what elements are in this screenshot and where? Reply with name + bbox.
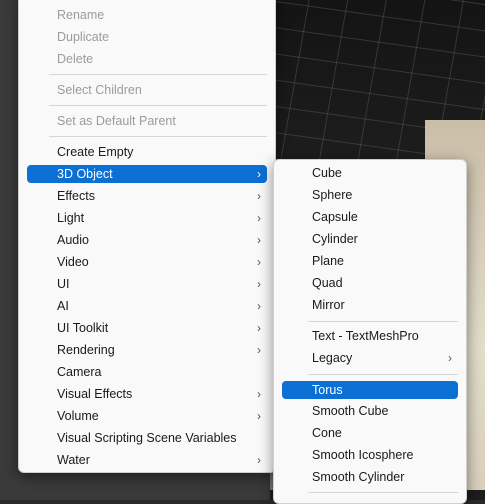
chevron-right-icon: › (257, 321, 261, 335)
menu-item-ui[interactable]: UI › (27, 275, 267, 293)
chevron-right-icon: › (257, 233, 261, 247)
menu-item-label: UI Toolkit (57, 321, 109, 335)
chevron-right-icon: › (257, 299, 261, 313)
menu-item-label: Visual Scripting Scene Variables (57, 431, 237, 445)
menu-item-label: Create Empty (57, 145, 134, 159)
menu-item-duplicate: Duplicate (57, 30, 110, 44)
chevron-right-icon: › (448, 351, 452, 365)
submenu-item-mirror[interactable]: Mirror (282, 296, 458, 314)
submenu-item-sphere[interactable]: Sphere (282, 186, 458, 204)
chevron-right-icon: › (257, 255, 261, 269)
submenu-item-capsule[interactable]: Capsule (282, 208, 458, 226)
submenu-3d-object: Cube Sphere Capsule Cylinder Plane Quad … (273, 159, 467, 504)
menu-item-delete: Delete (57, 52, 94, 66)
menu-separator (308, 374, 458, 375)
chevron-right-icon: › (257, 211, 261, 225)
menu-separator (49, 74, 267, 75)
menu-item-rename: Rename (57, 8, 105, 22)
menu-item-set-default-parent: Set as Default Parent (57, 114, 176, 128)
chevron-right-icon: › (257, 189, 261, 203)
menu-item-audio[interactable]: Audio › (27, 231, 267, 249)
menu-item-select-children: Select Children (57, 83, 142, 97)
chevron-right-icon: › (257, 277, 261, 291)
submenu-item-legacy[interactable]: Legacy › (282, 349, 458, 367)
submenu-item-cylinder[interactable]: Cylinder (282, 230, 458, 248)
submenu-item-cone[interactable]: Cone (282, 424, 458, 442)
chevron-right-icon: › (257, 387, 261, 401)
menu-item-light[interactable]: Light › (27, 209, 267, 227)
menu-item-label: 3D Object (57, 167, 113, 181)
menu-separator (308, 492, 458, 493)
menu-item-visual-effects[interactable]: Visual Effects › (27, 385, 267, 403)
menu-item-rendering[interactable]: Rendering › (27, 341, 267, 359)
menu-item-label: AI (57, 299, 69, 313)
menu-separator (308, 321, 458, 322)
submenu-item-text-textmeshpro[interactable]: Text - TextMeshPro (282, 327, 458, 345)
submenu-item-smooth-cylinder[interactable]: Smooth Cylinder (282, 468, 458, 486)
menu-item-label: Legacy (312, 351, 353, 365)
menu-item-label: Rendering (57, 343, 115, 357)
submenu-item-quad[interactable]: Quad (282, 274, 458, 292)
submenu-item-smooth-icosphere[interactable]: Smooth Icosphere (282, 446, 458, 464)
submenu-item-torus[interactable]: Torus (282, 381, 458, 399)
menu-item-label: Audio (57, 233, 89, 247)
menu-item-camera[interactable]: Camera (27, 363, 267, 381)
menu-item-create-empty[interactable]: Create Empty (27, 143, 267, 161)
menu-item-label: Water (57, 453, 90, 467)
menu-item-effects[interactable]: Effects › (27, 187, 267, 205)
menu-item-volume[interactable]: Volume › (27, 407, 267, 425)
context-menu: Rename Duplicate Delete Select Children … (18, 0, 276, 473)
menu-item-label: Video (57, 255, 89, 269)
menu-item-label: Camera (57, 365, 102, 379)
menu-item-label: Effects (57, 189, 95, 203)
menu-separator (49, 136, 267, 137)
menu-item-label: Light (57, 211, 85, 225)
menu-item-ui-toolkit[interactable]: UI Toolkit › (27, 319, 267, 337)
submenu-item-smooth-cube[interactable]: Smooth Cube (282, 402, 458, 420)
menu-item-ai[interactable]: AI › (27, 297, 267, 315)
menu-item-label: Volume (57, 409, 99, 423)
menu-item-visual-scripting-scene-variables[interactable]: Visual Scripting Scene Variables (27, 429, 267, 447)
menu-item-label: Visual Effects (57, 387, 133, 401)
submenu-item-plane[interactable]: Plane (282, 252, 458, 270)
submenu-item-cube[interactable]: Cube (282, 164, 458, 182)
menu-item-label: UI (57, 277, 70, 291)
chevron-right-icon: › (257, 453, 261, 467)
menu-separator (49, 105, 267, 106)
menu-item-3d-object[interactable]: 3D Object › (27, 165, 267, 183)
chevron-right-icon: › (257, 343, 261, 357)
menu-item-video[interactable]: Video › (27, 253, 267, 271)
menu-item-water[interactable]: Water › (27, 451, 267, 469)
chevron-right-icon: › (257, 409, 261, 423)
chevron-right-icon: › (257, 167, 261, 181)
